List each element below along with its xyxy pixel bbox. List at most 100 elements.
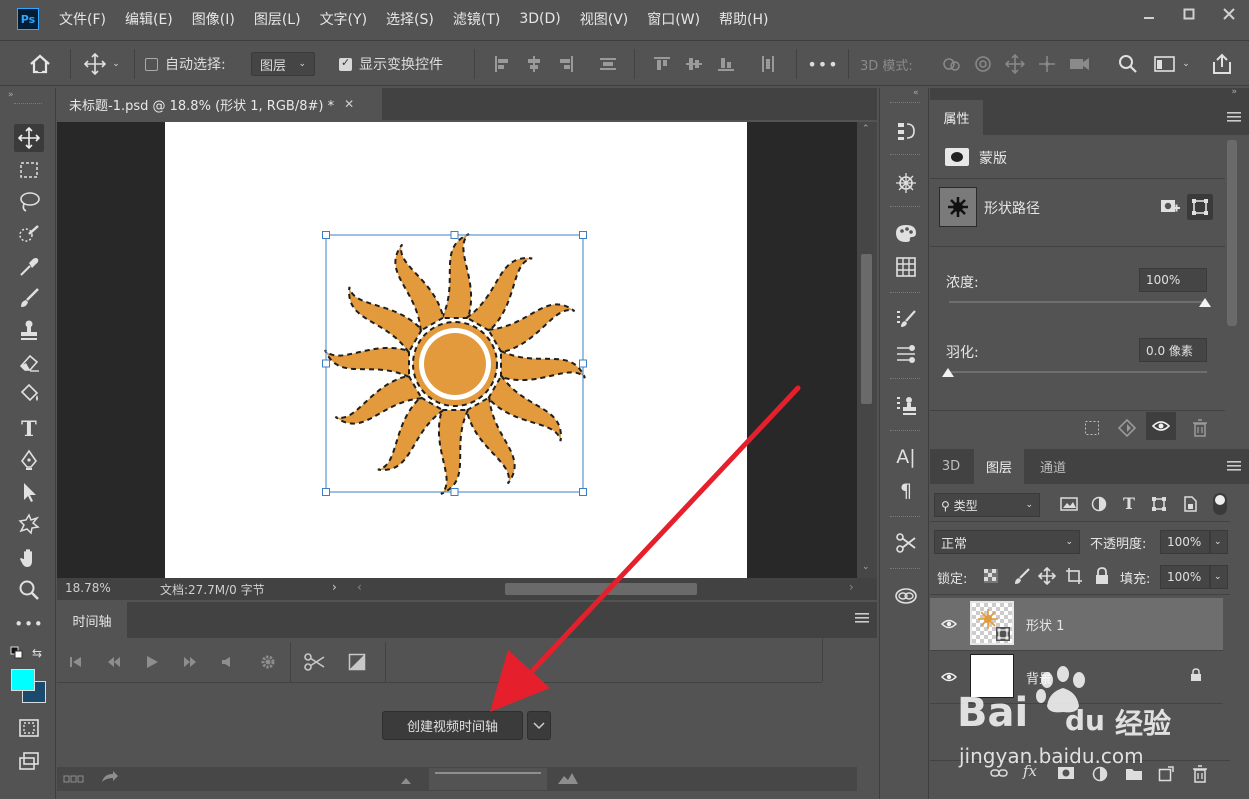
history-panel-icon[interactable] bbox=[892, 118, 920, 144]
vertical-scrollbar[interactable]: ⌃ ⌄ bbox=[857, 122, 877, 578]
filter-type-icon[interactable]: T bbox=[1123, 494, 1135, 513]
transform-handle[interactable] bbox=[579, 359, 587, 368]
collapse-toolbar-icon[interactable]: » bbox=[8, 90, 14, 100]
align-middle-v-icon[interactable] bbox=[680, 49, 708, 79]
fill-input[interactable]: 100% bbox=[1160, 565, 1210, 589]
3d-roll-icon[interactable] bbox=[970, 49, 996, 79]
feather-slider[interactable] bbox=[949, 371, 1207, 373]
fill-dropdown-icon[interactable]: ⌄ bbox=[1210, 565, 1228, 589]
vector-mask-icon[interactable] bbox=[1187, 194, 1213, 220]
density-input[interactable]: 100% bbox=[1139, 268, 1207, 292]
density-slider-knob[interactable] bbox=[1199, 298, 1211, 307]
timeline-zoom-slider[interactable] bbox=[429, 768, 547, 790]
properties-scroll-thumb[interactable] bbox=[1227, 140, 1237, 326]
move-tool-preset-icon[interactable]: ⌄ bbox=[78, 49, 126, 79]
path-selection-tool-icon[interactable] bbox=[14, 478, 44, 506]
3d-slide-icon[interactable] bbox=[1034, 49, 1060, 79]
expand-panels-icon[interactable]: « bbox=[913, 88, 919, 98]
lock-image-pixels-icon[interactable] bbox=[1013, 567, 1031, 589]
transform-handle[interactable] bbox=[322, 359, 330, 368]
previous-frame-icon[interactable] bbox=[103, 648, 125, 676]
pen-tool-icon[interactable] bbox=[14, 446, 44, 474]
lock-all-icon[interactable] bbox=[1094, 567, 1110, 589]
menu-window[interactable]: 窗口(W) bbox=[647, 9, 700, 29]
toggle-mask-visibility-icon[interactable] bbox=[1146, 412, 1176, 440]
align-left-icon[interactable] bbox=[488, 49, 516, 79]
filter-shape-icon[interactable] bbox=[1151, 496, 1167, 516]
quick-selection-tool-icon[interactable] bbox=[14, 220, 44, 248]
collapse-right-panels-icon[interactable]: » bbox=[1231, 87, 1237, 97]
zoom-in-timeline-icon[interactable] bbox=[557, 771, 579, 789]
audio-icon[interactable] bbox=[217, 648, 239, 676]
filter-smart-object-icon[interactable] bbox=[1182, 496, 1198, 516]
menu-select[interactable]: 选择(S) bbox=[386, 9, 434, 29]
navigator-panel-icon[interactable] bbox=[892, 170, 920, 196]
marquee-tool-icon[interactable] bbox=[14, 156, 44, 184]
3d-scale-icon[interactable] bbox=[1066, 49, 1094, 79]
auto-select-checkbox[interactable]: 自动选择: bbox=[145, 49, 226, 79]
layer-filter-dropdown[interactable]: ⚲ 类型 ⌄ bbox=[934, 493, 1040, 517]
menu-filter[interactable]: 滤镜(T) bbox=[453, 9, 500, 29]
settings-gear-icon[interactable] bbox=[255, 648, 281, 676]
menu-file[interactable]: 文件(F) bbox=[59, 9, 106, 29]
home-icon[interactable] bbox=[24, 49, 56, 79]
delete-mask-icon[interactable] bbox=[1192, 419, 1208, 441]
zoom-out-timeline-icon[interactable] bbox=[400, 774, 412, 789]
lock-transparent-pixels-icon[interactable] bbox=[984, 569, 998, 587]
close-icon[interactable] bbox=[1209, 0, 1249, 28]
filter-toggle-switch[interactable] bbox=[1213, 493, 1227, 515]
opacity-dropdown-icon[interactable]: ⌄ bbox=[1210, 530, 1228, 554]
menu-view[interactable]: 视图(V) bbox=[580, 9, 629, 29]
align-top-icon[interactable] bbox=[648, 49, 676, 79]
feather-input[interactable]: 0.0 像素 bbox=[1139, 338, 1207, 362]
vertical-scroll-thumb[interactable] bbox=[861, 254, 872, 404]
load-selection-icon[interactable] bbox=[1084, 420, 1100, 440]
show-transform-checkbox[interactable]: 显示变换控件 bbox=[339, 49, 443, 79]
default-colors-icon[interactable] bbox=[10, 646, 24, 664]
transform-handle[interactable] bbox=[322, 231, 330, 239]
scroll-right-icon[interactable]: › bbox=[849, 580, 854, 594]
filter-adjustment-icon[interactable] bbox=[1091, 496, 1107, 516]
panel-menu-icon[interactable] bbox=[855, 612, 869, 628]
foreground-color-swatch[interactable] bbox=[11, 669, 35, 691]
color-panel-icon[interactable] bbox=[892, 220, 920, 246]
menu-image[interactable]: 图像(I) bbox=[192, 9, 235, 29]
layer-thumbnail[interactable] bbox=[970, 601, 1014, 645]
type-tool-icon[interactable]: T bbox=[14, 414, 44, 442]
custom-shape-tool-icon[interactable] bbox=[14, 510, 44, 538]
brush-tool-icon[interactable] bbox=[14, 284, 44, 312]
frame-animation-icon[interactable] bbox=[63, 773, 85, 788]
close-tab-icon[interactable]: ✕ bbox=[344, 97, 354, 111]
paint-bucket-tool-icon[interactable] bbox=[14, 380, 44, 408]
add-mask-icon[interactable] bbox=[1160, 198, 1180, 220]
lock-position-icon[interactable] bbox=[1037, 566, 1057, 589]
scroll-left-icon[interactable]: ‹ bbox=[357, 580, 362, 594]
zoom-level[interactable]: 18.78% bbox=[65, 581, 111, 595]
hand-tool-icon[interactable] bbox=[14, 544, 44, 572]
move-tool-icon[interactable] bbox=[14, 124, 44, 152]
timeline-tab[interactable]: 时间轴 bbox=[57, 602, 127, 638]
quick-mask-icon[interactable] bbox=[14, 714, 44, 742]
tool-presets-panel-icon[interactable] bbox=[892, 530, 920, 556]
first-frame-icon[interactable] bbox=[65, 648, 87, 676]
play-icon[interactable] bbox=[141, 648, 163, 676]
shape-path-thumbnail[interactable] bbox=[939, 187, 977, 227]
transform-handle[interactable] bbox=[322, 488, 330, 496]
eraser-tool-icon[interactable] bbox=[14, 348, 44, 376]
clone-source-panel-icon[interactable] bbox=[892, 392, 920, 418]
edit-toolbar-icon[interactable]: ••• bbox=[14, 610, 44, 638]
distribute-icon[interactable] bbox=[594, 49, 622, 79]
menu-3d[interactable]: 3D(D) bbox=[519, 11, 560, 27]
minimize-icon[interactable] bbox=[1129, 0, 1169, 28]
share-icon[interactable] bbox=[1208, 49, 1236, 79]
tab-layers[interactable]: 图层 bbox=[974, 449, 1024, 484]
3d-pan-icon[interactable] bbox=[1002, 49, 1028, 79]
density-slider[interactable] bbox=[949, 301, 1207, 303]
tab-3d[interactable]: 3D bbox=[930, 449, 972, 484]
layer-row-shape-1[interactable]: 形状 1 bbox=[930, 598, 1223, 650]
swap-colors-icon[interactable]: ⇆ bbox=[32, 646, 42, 660]
properties-tab[interactable]: 属性 bbox=[930, 100, 983, 135]
apply-mask-icon[interactable] bbox=[1117, 418, 1137, 441]
menu-type[interactable]: 文字(Y) bbox=[320, 9, 367, 29]
workspace-switcher-icon[interactable]: ⌄ bbox=[1150, 49, 1194, 79]
